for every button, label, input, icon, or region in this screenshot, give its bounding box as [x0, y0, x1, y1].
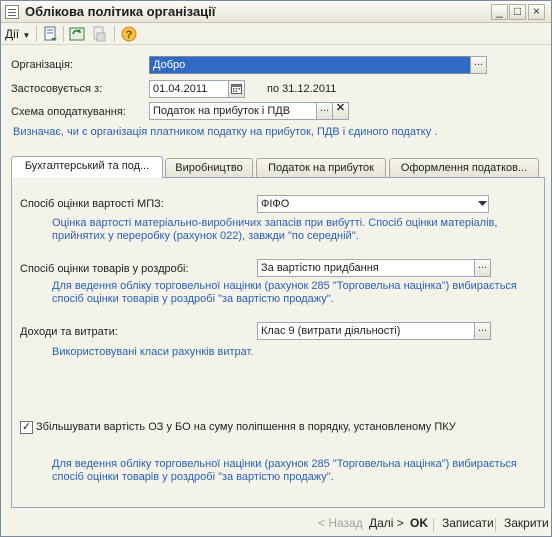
organization-label: Організація:	[11, 59, 73, 71]
policy-window: Облікова політика організації _ □ × Дії …	[0, 0, 552, 537]
tab-accounting[interactable]: Бухгалтерський та под...	[11, 156, 163, 178]
refresh-icon[interactable]	[69, 26, 85, 42]
footer-divider	[433, 518, 434, 532]
document-icon	[5, 5, 19, 19]
income-expense-label: Доходи та витрати:	[20, 326, 118, 338]
close-window-button[interactable]: ×	[528, 4, 545, 20]
improvement-checkbox-label: Збільшувати вартість ОЗ у БО на суму пол…	[36, 421, 456, 433]
next-button[interactable]: Далі >	[369, 516, 404, 530]
actions-menu-label: Дії	[5, 27, 20, 41]
maximize-button[interactable]: □	[509, 4, 526, 20]
income-expense-select-button[interactable]: ...	[474, 322, 491, 340]
clear-icon[interactable]: ✕	[332, 102, 349, 120]
chevron-down-icon[interactable]	[474, 195, 491, 213]
tax-scheme-field[interactable]: Податок на прибуток і ПДВ	[149, 102, 317, 120]
window-title: Облікова політика організації	[25, 4, 216, 19]
income-expense-hint: Використовувані класи рахунків витрат.	[52, 346, 254, 358]
svg-text:?: ?	[126, 29, 133, 41]
footer-divider	[495, 518, 496, 532]
minimize-button[interactable]: _	[491, 4, 508, 20]
accounting-tab-panel: Спосіб оцінки вартості МПЗ: ФІФО Оцінка …	[11, 177, 545, 508]
close-button[interactable]: Закрити	[504, 516, 549, 530]
income-expense-field[interactable]: Клас 9 (витрати діяльності)	[257, 322, 475, 340]
retail-hint-line1: Для ведення обліку торговельної націнки …	[52, 280, 517, 292]
title-bar: Облікова політика організації _ □ ×	[1, 1, 551, 23]
tax-scheme-hint: Визначає, чи є організація платником под…	[13, 126, 438, 138]
actions-menu[interactable]: Дії ▼	[5, 26, 30, 42]
tab-production[interactable]: Виробництво	[165, 158, 253, 177]
calendar-icon[interactable]	[228, 80, 245, 98]
tax-scheme-label: Схема оподаткування:	[11, 106, 126, 118]
save-button[interactable]: Записати	[442, 516, 494, 530]
applied-from-label: Застосовується з:	[11, 83, 103, 95]
retail-hint-line2: спосіб оцінки товарів у роздробі "за вар…	[52, 293, 334, 305]
mpz-hint-line1: Оцінка вартості матеріально-виробничих з…	[52, 217, 498, 229]
tab-tax-documents[interactable]: Оформлення податков...	[389, 158, 539, 177]
back-button[interactable]: < Назад	[318, 516, 363, 530]
bottom-hint-line2: спосіб оцінки товарів у роздробі "за вар…	[52, 471, 334, 483]
dialog-footer: < Назад Далі > OK Записати Закрити	[1, 512, 551, 536]
toolbar-divider	[114, 26, 115, 42]
print-disabled-icon[interactable]	[91, 26, 107, 42]
dropdown-arrow-icon: ▼	[22, 31, 31, 40]
toolbar-divider	[63, 26, 64, 42]
help-icon[interactable]: ?	[121, 26, 137, 42]
mpz-hint-line2: прийнятих у переробку (рахунок 022), зав…	[52, 230, 359, 242]
toolbar: Дії ▼ ?	[1, 23, 551, 45]
ok-button[interactable]: OK	[410, 516, 428, 530]
organization-field[interactable]: Добро	[149, 56, 471, 74]
bottom-hint-line1: Для ведення обліку торговельної націнки …	[52, 458, 517, 470]
mpz-method-label: Спосіб оцінки вартості МПЗ:	[20, 198, 164, 210]
organization-select-button[interactable]: ...	[470, 56, 487, 74]
toolbar-divider	[36, 26, 37, 42]
post-document-icon[interactable]	[43, 26, 59, 42]
tax-scheme-select-button[interactable]: ...	[316, 102, 333, 120]
tab-income-tax[interactable]: Податок на прибуток	[256, 158, 386, 177]
applied-to-text: по 31.12.2011	[267, 83, 337, 95]
mpz-method-select[interactable]: ФІФО	[257, 195, 489, 213]
applied-from-date-field[interactable]: 01.04.2011	[149, 80, 229, 98]
improvement-checkbox[interactable]: ✓	[20, 421, 33, 434]
retail-method-select-button[interactable]: ...	[474, 259, 491, 277]
retail-method-field[interactable]: За вартістю придбання	[257, 259, 475, 277]
retail-method-label: Спосіб оцінки товарів у роздробі:	[20, 263, 189, 275]
